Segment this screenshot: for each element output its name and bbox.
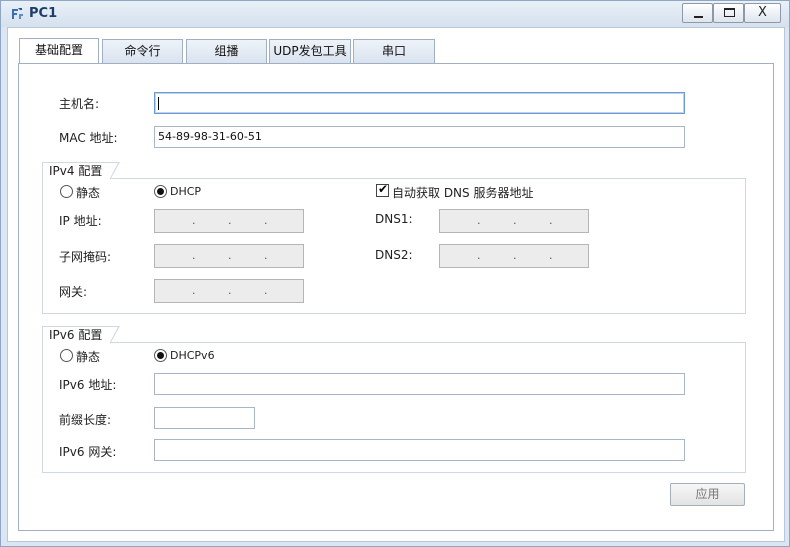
auto-dns-label: 自动获取 DNS 服务器地址: [392, 186, 534, 200]
subnet-mask-field[interactable]: . . .: [154, 244, 304, 268]
ipv6-gateway-label: IPv6 网关:: [59, 445, 117, 459]
close-button[interactable]: X: [744, 3, 781, 23]
hostname-label: 主机名:: [59, 97, 100, 111]
ipv4-dhcp-radio[interactable]: [154, 185, 167, 198]
ipv6-address-label: IPv6 地址:: [59, 378, 117, 392]
ip-octet-separator: .: [477, 214, 481, 227]
minimize-icon: [694, 16, 703, 18]
ipv6-address-field[interactable]: [154, 373, 685, 395]
checkmark-icon: ✔: [378, 182, 389, 196]
ip-octet-separator: .: [264, 214, 268, 227]
subnet-mask-label: 子网掩码:: [59, 250, 112, 264]
tab-serial-port[interactable]: 串口: [353, 39, 435, 63]
apply-button[interactable]: 应用: [670, 483, 745, 506]
ip-octet-separator: .: [228, 214, 232, 227]
ip-octet-separator: .: [192, 284, 196, 297]
ip-octet-separator: .: [264, 249, 268, 262]
ipv4-dhcp-label: DHCP: [170, 185, 202, 198]
gateway-label: 网关:: [59, 285, 88, 299]
prefix-length-field[interactable]: [154, 407, 255, 429]
auto-dns-checkbox[interactable]: ✔: [376, 182, 389, 197]
window-title: PC1: [29, 6, 58, 21]
dns1-field[interactable]: . . .: [439, 209, 589, 233]
gateway-field[interactable]: . . .: [154, 279, 304, 303]
ip-octet-separator: .: [264, 284, 268, 297]
ipv4-address-label: IP 地址:: [59, 214, 102, 228]
dns2-label: DNS2:: [375, 248, 413, 262]
maximize-button[interactable]: [713, 3, 744, 23]
ipv6-dhcpv6-radio[interactable]: [154, 349, 167, 362]
prefix-length-label: 前缀长度:: [59, 413, 112, 427]
ipv4-static-radio[interactable]: [60, 185, 73, 198]
maximize-icon: [724, 8, 735, 17]
ip-octet-separator: .: [228, 249, 232, 262]
ip-octet-separator: .: [513, 249, 517, 262]
ip-octet-separator: .: [549, 214, 553, 227]
ipv6-group-title: IPv6 配置: [42, 326, 121, 344]
tab-multicast[interactable]: 组播: [186, 39, 267, 63]
dns1-label: DNS1:: [375, 212, 413, 226]
ip-octet-separator: .: [549, 249, 553, 262]
ip-octet-separator: .: [513, 214, 517, 227]
minimize-button[interactable]: [682, 3, 713, 23]
text-caret: [158, 97, 159, 110]
ipv6-static-label: 静态: [76, 350, 101, 364]
title-bar[interactable]: PC1 X: [1, 1, 789, 27]
mac-address-value: 54-89-98-31-60-51: [158, 130, 262, 143]
ipv6-gateway-field[interactable]: [154, 439, 685, 461]
ip-octet-separator: .: [192, 249, 196, 262]
ip-octet-separator: .: [477, 249, 481, 262]
ipv4-group-title: IPv4 配置: [42, 162, 121, 180]
tab-basic-config[interactable]: 基础配置: [19, 38, 99, 63]
close-icon: X: [758, 5, 767, 20]
tab-command-line[interactable]: 命令行: [102, 39, 183, 63]
app-icon: [12, 8, 23, 19]
ipv6-static-radio[interactable]: [60, 349, 73, 362]
tab-udp-tool[interactable]: UDP发包工具: [269, 39, 351, 63]
mac-address-label: MAC 地址:: [59, 131, 118, 145]
dns2-field[interactable]: . . .: [439, 244, 589, 268]
ip-octet-separator: .: [192, 214, 196, 227]
mac-address-field[interactable]: 54-89-98-31-60-51: [154, 126, 685, 148]
ipv6-dhcpv6-label: DHCPv6: [170, 349, 215, 362]
ip-octet-separator: .: [228, 284, 232, 297]
hostname-input[interactable]: [154, 92, 685, 114]
config-window: PC1 X 基础配置 命令行 组播 UDP发包工具 串口 主机名: MAC 地址…: [0, 0, 790, 547]
ipv4-static-label: 静态: [76, 186, 101, 200]
ipv4-address-field[interactable]: . . .: [154, 209, 304, 233]
